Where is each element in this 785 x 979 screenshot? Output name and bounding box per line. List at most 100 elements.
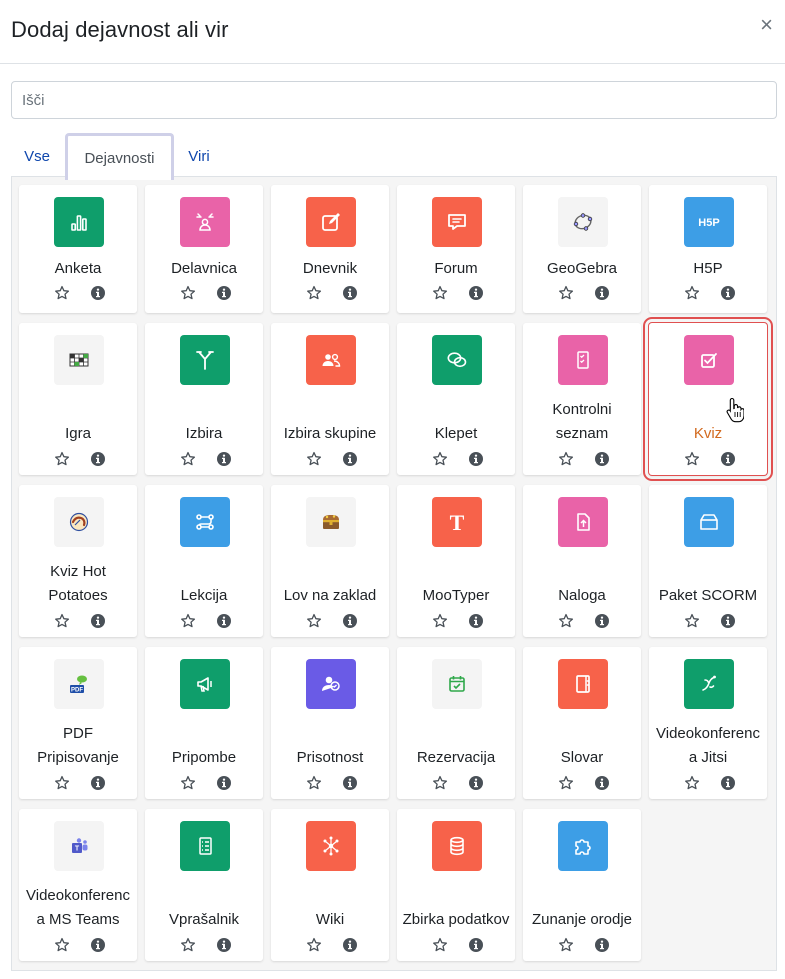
activity-card-paket-scorm[interactable]: Paket SCORM — [649, 485, 767, 637]
info-icon[interactable] — [468, 613, 484, 629]
info-icon[interactable] — [216, 285, 232, 301]
star-icon[interactable] — [432, 451, 448, 467]
activity-card-igra[interactable]: Igra — [19, 323, 137, 475]
star-icon[interactable] — [180, 613, 196, 629]
info-icon[interactable] — [216, 613, 232, 629]
info-icon[interactable] — [468, 775, 484, 791]
info-icon[interactable] — [90, 451, 106, 467]
search-input[interactable] — [11, 81, 777, 119]
info-icon[interactable] — [468, 937, 484, 953]
star-icon[interactable] — [180, 775, 196, 791]
activity-card-pripombe[interactable]: Pripombe — [145, 647, 263, 799]
activity-card-videokonferenca-jitsi[interactable]: Videokonferenc a Jitsi — [649, 647, 767, 799]
activity-card-prisotnost[interactable]: Prisotnost — [271, 647, 389, 799]
star-icon[interactable] — [306, 937, 322, 953]
tab-dejavnosti[interactable]: Dejavnosti — [65, 133, 174, 180]
activity-card-forum[interactable]: Forum — [397, 185, 515, 313]
star-icon[interactable] — [54, 937, 70, 953]
activity-label: Zbirka podatkov — [399, 874, 513, 932]
star-icon[interactable] — [306, 613, 322, 629]
activity-label: Lov na zaklad — [273, 550, 387, 608]
activity-card-dnevnik[interactable]: Dnevnik — [271, 185, 389, 313]
star-icon[interactable] — [306, 775, 322, 791]
info-icon[interactable] — [216, 937, 232, 953]
star-icon[interactable] — [558, 613, 574, 629]
info-icon[interactable] — [594, 285, 610, 301]
info-icon[interactable] — [720, 451, 736, 467]
activity-card-rezervacija[interactable]: Rezervacija — [397, 647, 515, 799]
star-icon[interactable] — [54, 285, 70, 301]
activity-card-delavnica[interactable]: Delavnica — [145, 185, 263, 313]
info-icon[interactable] — [342, 937, 358, 953]
info-icon[interactable] — [468, 285, 484, 301]
questionnaire-icon — [180, 821, 230, 871]
info-icon[interactable] — [90, 285, 106, 301]
info-icon[interactable] — [720, 775, 736, 791]
activity-card-pdf-pripisovanje[interactable]: PDF PDF Pripisovanje — [19, 647, 137, 799]
info-icon[interactable] — [216, 451, 232, 467]
star-icon[interactable] — [432, 285, 448, 301]
star-icon[interactable] — [684, 451, 700, 467]
tab-vse[interactable]: Vse — [16, 133, 58, 179]
star-icon[interactable] — [54, 775, 70, 791]
star-icon[interactable] — [180, 285, 196, 301]
activity-card-mootyper[interactable]: T MooTyper — [397, 485, 515, 637]
info-icon[interactable] — [594, 937, 610, 953]
activity-card-naloga[interactable]: Naloga — [523, 485, 641, 637]
star-icon[interactable] — [54, 613, 70, 629]
star-icon[interactable] — [54, 451, 70, 467]
activity-card-videokonferenca-ms-teams[interactable]: T Videokonferenc a MS Teams — [19, 809, 137, 961]
star-icon[interactable] — [558, 775, 574, 791]
activity-card-kviz[interactable]: Kviz — [643, 317, 773, 481]
activity-card-geogebra[interactable]: GeoGebra — [523, 185, 641, 313]
info-icon[interactable] — [594, 775, 610, 791]
star-icon[interactable] — [558, 937, 574, 953]
info-icon[interactable] — [720, 285, 736, 301]
svg-text:PDF: PDF — [71, 688, 83, 694]
activity-card-lekcija[interactable]: Lekcija — [145, 485, 263, 637]
info-icon[interactable] — [90, 937, 106, 953]
info-icon[interactable] — [90, 775, 106, 791]
activity-card-zunanje-orodje[interactable]: Zunanje orodje — [523, 809, 641, 961]
star-icon[interactable] — [180, 451, 196, 467]
star-icon[interactable] — [558, 451, 574, 467]
svg-text:T: T — [450, 510, 465, 535]
activity-card-wiki[interactable]: Wiki — [271, 809, 389, 961]
star-icon[interactable] — [684, 613, 700, 629]
tab-bar: Vse Dejavnosti Viri — [11, 133, 777, 180]
activity-card-h5p[interactable]: H5P H5P — [649, 185, 767, 313]
checklist-icon — [558, 335, 608, 385]
info-icon[interactable] — [342, 451, 358, 467]
activity-card-izbira-skupine[interactable]: Izbira skupine — [271, 323, 389, 475]
activity-card-vpra-alnik[interactable]: Vprašalnik — [145, 809, 263, 961]
activity-card-izbira[interactable]: Izbira — [145, 323, 263, 475]
star-icon[interactable] — [180, 937, 196, 953]
activity-card-anketa[interactable]: Anketa — [19, 185, 137, 313]
activity-label-line: a Jitsi — [688, 749, 728, 766]
star-icon[interactable] — [432, 613, 448, 629]
info-icon[interactable] — [216, 775, 232, 791]
info-icon[interactable] — [468, 451, 484, 467]
info-icon[interactable] — [342, 613, 358, 629]
star-icon[interactable] — [558, 285, 574, 301]
activity-card-zbirka-podatkov[interactable]: Zbirka podatkov — [397, 809, 515, 961]
star-icon[interactable] — [306, 451, 322, 467]
info-icon[interactable] — [720, 613, 736, 629]
activity-card-klepet[interactable]: Klepet — [397, 323, 515, 475]
star-icon[interactable] — [432, 937, 448, 953]
close-icon[interactable]: × — [760, 14, 773, 36]
star-icon[interactable] — [684, 285, 700, 301]
info-icon[interactable] — [594, 451, 610, 467]
activity-card-kontrolni-seznam[interactable]: Kontrolni seznam — [523, 323, 641, 475]
star-icon[interactable] — [306, 285, 322, 301]
info-icon[interactable] — [342, 775, 358, 791]
activity-card-slovar[interactable]: Slovar — [523, 647, 641, 799]
star-icon[interactable] — [684, 775, 700, 791]
star-icon[interactable] — [432, 775, 448, 791]
tab-viri[interactable]: Viri — [177, 133, 221, 179]
info-icon[interactable] — [90, 613, 106, 629]
info-icon[interactable] — [342, 285, 358, 301]
info-icon[interactable] — [594, 613, 610, 629]
activity-card-kviz-hot-potatoes[interactable]: Kviz Hot Potatoes — [19, 485, 137, 637]
activity-card-lov-na-zaklad[interactable]: Lov na zaklad — [271, 485, 389, 637]
